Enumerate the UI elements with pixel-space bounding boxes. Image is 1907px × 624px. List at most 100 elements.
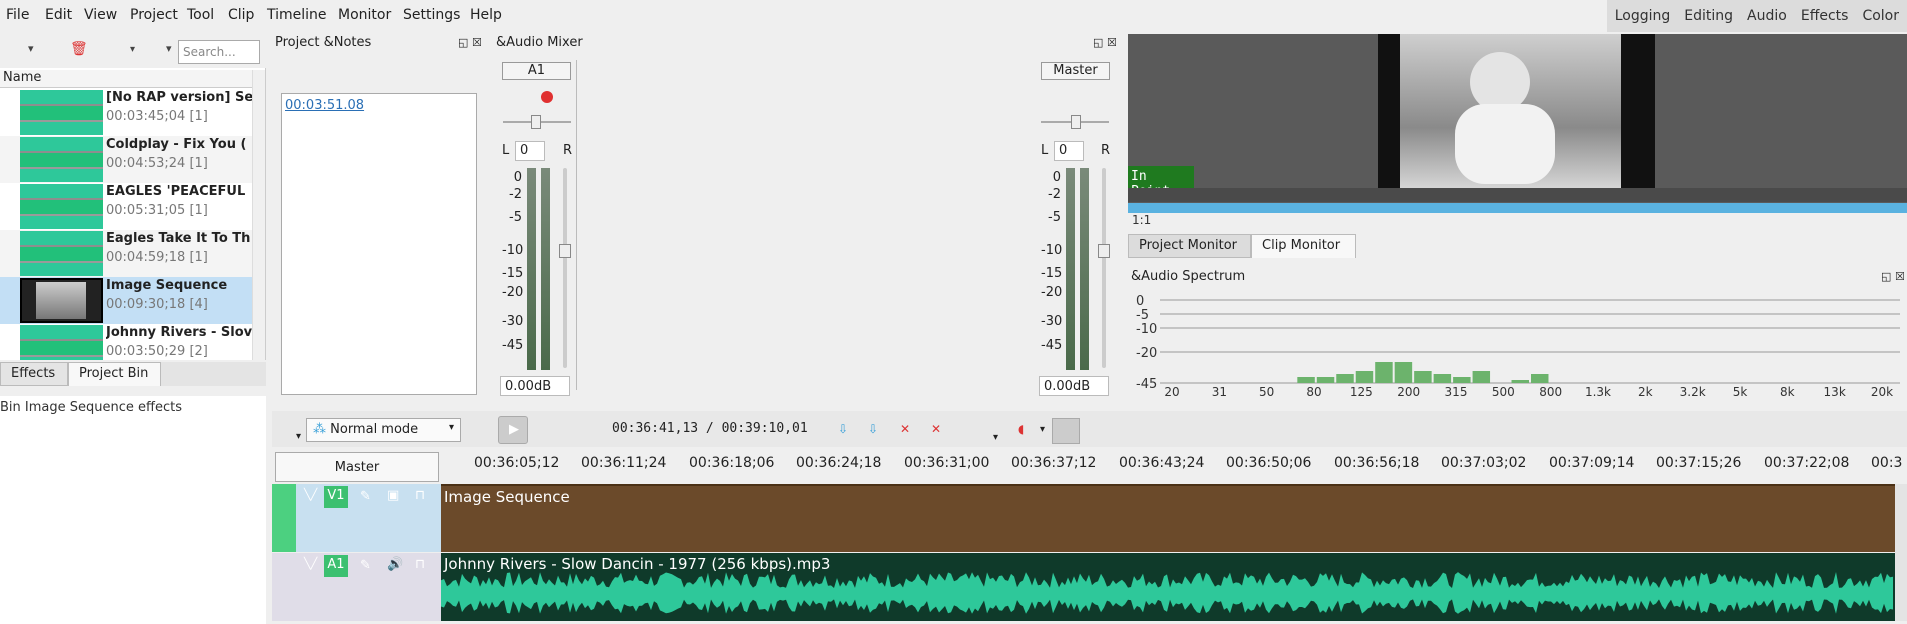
close-icon[interactable]: ☒ [1107,36,1117,49]
ruler-label: 00:3 [1871,455,1903,471]
layout-color[interactable]: Color [1862,8,1899,24]
spectrum-y-label: 0 [1136,294,1144,309]
monitor-zoom-select[interactable]: 1:1 [1132,213,1192,225]
menu-monitor[interactable]: Monitor [338,7,391,23]
meter-scale-label: -15 [1041,266,1063,281]
edit-icon[interactable]: ✎ [360,489,371,504]
close-icon[interactable]: ☒ [1895,270,1905,283]
chevron-down-icon[interactable]: ▾ [296,431,301,442]
menu-settings[interactable]: Settings [403,7,460,23]
meter-scale-label: -2 [509,187,522,202]
collapse-icon[interactable]: ╲╱ [304,557,317,570]
pan-handle-master[interactable] [1071,115,1081,129]
monitor-timeline-strip[interactable] [1128,188,1907,202]
bin-toolbar: ▾ 🗑 ▾ ▾ Search... [0,34,266,68]
tab-project-bin[interactable]: Project Bin [68,362,161,386]
menu-help[interactable]: Help [470,7,502,23]
speaker-icon[interactable]: 🔊 [387,557,403,572]
layout-logging[interactable]: Logging [1615,8,1671,24]
bin-scrollbar[interactable] [252,70,265,360]
spectrum-bar [1375,362,1393,383]
marker-icon[interactable]: ◖ [1018,422,1024,436]
tab-clip-monitor[interactable]: Clip Monitor [1251,234,1356,258]
chevron-down-icon[interactable]: ▾ [28,42,34,55]
bin-item-title: Image Sequence [106,278,228,293]
bin-search-input[interactable]: Search... [178,40,260,64]
bin-item[interactable]: Coldplay - Fix You ( 00:04:53;24 [1] [0,136,252,183]
chevron-down-icon[interactable]: ▾ [1040,424,1045,435]
lock-icon[interactable]: ⊓ [415,557,425,572]
tab-effects[interactable]: Effects [0,362,68,386]
spectrum-x-label: 3.2k [1680,385,1706,398]
menu-project[interactable]: Project [130,7,178,23]
menu-file[interactable]: File [6,7,29,23]
bin-item-title: [No RAP version] Se [106,90,252,105]
pan-spinbox-a1[interactable]: 0 [515,141,545,161]
chevron-down-icon: ▾ [448,422,454,433]
close-icon[interactable]: ☒ [472,36,482,49]
menu-clip[interactable]: Clip [228,7,254,23]
menu-edit[interactable]: Edit [45,7,72,23]
insert-icon[interactable]: ⇩ [838,422,848,436]
volume-db-a1[interactable]: 0.00dB [500,376,570,396]
menu-timeline[interactable]: Timeline [267,7,327,23]
spectrum-x-label: 125 [1350,385,1373,398]
bin-item[interactable]: Johnny Rivers - Slov 00:03:50;29 [2] [0,324,252,360]
overwrite-icon[interactable]: ⇩ [868,422,878,436]
layout-effects[interactable]: Effects [1801,8,1849,24]
volume-handle-master[interactable] [1098,244,1110,258]
track-v1-label[interactable]: V1 [324,486,348,508]
menu-tool[interactable]: Tool [187,7,214,23]
meter-scale-label: -20 [502,285,524,300]
record-icon[interactable] [541,91,553,103]
volume-slider-master[interactable] [1102,168,1106,368]
ruler-label: 00:36:50;06 [1226,455,1312,471]
image-thumbnail [20,278,103,323]
spectrum-y-label: -45 [1136,377,1157,392]
spectrum-bar [1316,377,1335,383]
master-track-button[interactable]: Master [275,452,439,482]
float-icon[interactable]: ◱ [458,36,468,49]
edit-mode-select[interactable]: ⁂ Normal mode ▾ [306,418,461,442]
tab-project-monitor[interactable]: Project Monitor [1128,234,1251,258]
video-track-active-strip[interactable] [272,484,296,552]
lift-icon[interactable]: ✕ [900,422,910,436]
track-a1-label[interactable]: A1 [324,555,348,577]
timeline-vertical-scrollbar[interactable] [1895,484,1907,621]
spectrum-x-label: 8k [1780,385,1795,398]
pan-handle-a1[interactable] [531,115,541,129]
snap-toggle-button[interactable] [1052,418,1080,444]
play-button[interactable]: ▶ [498,416,528,444]
extract-icon[interactable]: ✕ [931,422,941,436]
timeline-clip-image-sequence[interactable]: Image Sequence [441,484,1895,552]
bin-item[interactable]: Eagles Take It To Th 00:04:59;18 [1] [0,230,252,277]
hide-track-icon[interactable]: ▣ [387,488,399,503]
float-icon[interactable]: ◱ [1881,270,1891,283]
right-label: R [1101,143,1111,158]
audio-spectrum-graph: 0-5-10 -20 -45 20 31 50 80 125 200 315 500 800 1.3k… [1136,294,1900,398]
chevron-down-icon[interactable]: ▾ [130,44,135,55]
monitor-zone-bar[interactable] [1128,203,1907,213]
chevron-down-icon[interactable]: ▾ [993,432,998,443]
spectrum-bar [1355,371,1374,383]
layout-audio[interactable]: Audio [1747,8,1787,24]
pan-spinbox-master[interactable]: 0 [1054,141,1084,161]
collapse-icon[interactable]: ╲╱ [304,488,317,501]
notes-timecode-link[interactable]: 00:03:51.08 [285,98,364,113]
trash-icon[interactable]: 🗑 [70,41,88,57]
volume-slider-a1[interactable] [563,168,567,368]
float-icon[interactable]: ◱ [1093,36,1103,49]
bin-item[interactable]: [No RAP version] Se 00:03:45;04 [1] [0,89,252,136]
edit-icon[interactable]: ✎ [360,558,371,573]
timeline-timecode[interactable]: 00:36:41,13 / 00:39:10,01 [612,421,808,436]
bin-item-selected[interactable]: Image Sequence 00:09:30;18 [4] [0,277,252,324]
notes-editor[interactable] [281,93,477,395]
bin-item[interactable]: EAGLES 'PEACEFUL 00:05:31;05 [1] [0,183,252,230]
lock-icon[interactable]: ⊓ [415,488,425,503]
bin-column-header[interactable]: Name [0,70,252,88]
chevron-down-icon[interactable]: ▾ [166,42,172,55]
volume-handle-a1[interactable] [559,244,571,258]
menu-view[interactable]: View [84,7,117,23]
volume-db-master[interactable]: 0.00dB [1039,376,1109,396]
layout-editing[interactable]: Editing [1684,8,1733,24]
